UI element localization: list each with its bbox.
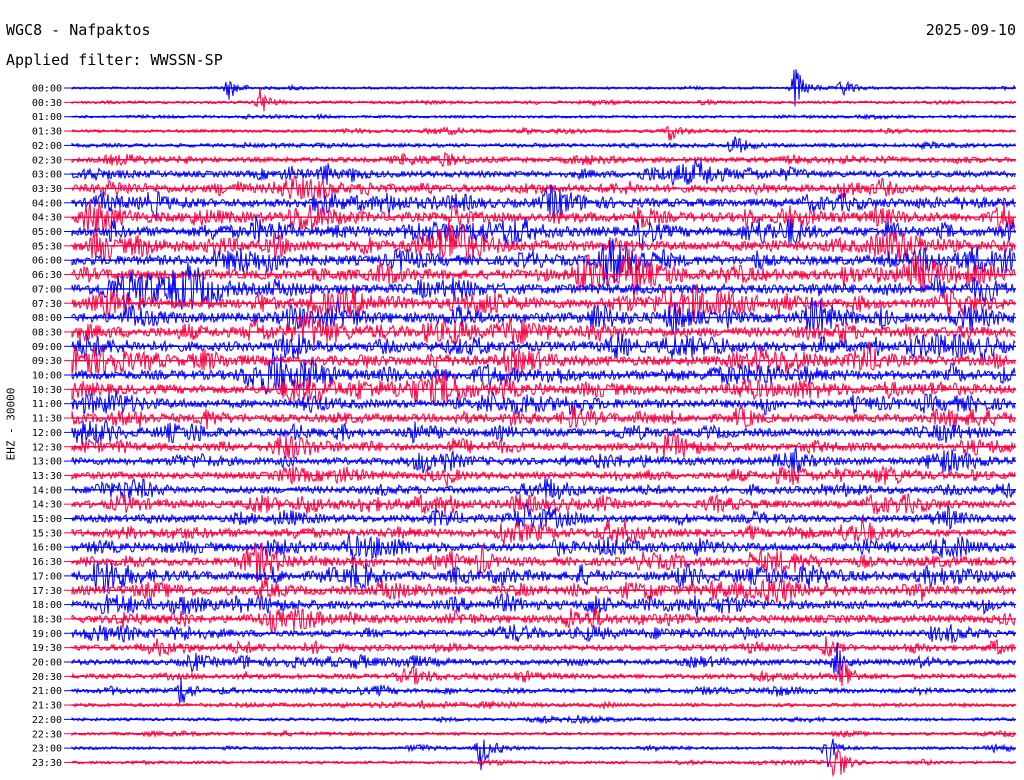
seismic-trace-row xyxy=(71,478,1016,500)
seismic-trace-row xyxy=(71,136,1016,153)
time-tick-label: 04:30 xyxy=(32,213,62,224)
seismic-trace-row xyxy=(71,518,1016,546)
time-tick-label: 12:00 xyxy=(32,428,62,439)
time-tick-label: 17:00 xyxy=(32,571,62,582)
time-tick-label: 09:00 xyxy=(32,342,62,353)
time-tick-label: 23:30 xyxy=(32,758,62,769)
time-tick-label: 11:00 xyxy=(32,399,62,410)
time-tick-label: 12:30 xyxy=(32,442,62,453)
time-tick-label: 04:00 xyxy=(32,198,62,209)
time-tick-label: 08:00 xyxy=(32,313,62,324)
time-tick-label: 19:30 xyxy=(32,643,62,654)
time-tick-label: 18:00 xyxy=(32,600,62,611)
time-tick-label: 15:00 xyxy=(32,514,62,525)
time-tick-label: 06:30 xyxy=(32,270,62,281)
time-tick-label: 16:00 xyxy=(32,543,62,554)
time-tick-label: 14:00 xyxy=(32,485,62,496)
time-tick-label: 00:30 xyxy=(32,98,62,109)
time-tick-label: 21:00 xyxy=(32,686,62,697)
time-tick-label: 10:00 xyxy=(32,371,62,382)
time-tick-label: 15:30 xyxy=(32,528,62,539)
seismic-trace-row xyxy=(71,738,1016,771)
time-tick-label: 02:00 xyxy=(32,141,62,152)
seismogram-chart: 00:00 00:30 01:00 01:30 02:00 02:30 03:00 03:30… xyxy=(32,69,1016,778)
time-tick-label: 17:30 xyxy=(32,586,62,597)
time-tick-label: 16:30 xyxy=(32,557,62,568)
time-tick-label: 00:00 xyxy=(32,84,62,95)
time-tick-label: 20:30 xyxy=(32,672,62,683)
seismic-trace-row xyxy=(71,432,1016,460)
time-tick-label: 05:00 xyxy=(32,227,62,238)
seismic-trace-row xyxy=(71,88,1016,112)
time-tick-label: 03:00 xyxy=(32,170,62,181)
time-tick-label: 21:30 xyxy=(32,701,62,712)
seismic-trace-row xyxy=(71,593,1016,618)
time-tick-label: 05:30 xyxy=(32,241,62,252)
time-tick-label: 09:30 xyxy=(32,356,62,367)
seismic-trace-row xyxy=(71,577,1016,606)
time-tick-label: 07:00 xyxy=(32,284,62,295)
time-tick-label: 18:30 xyxy=(32,614,62,625)
time-tick-label: 10:30 xyxy=(32,385,62,396)
seismic-trace-row xyxy=(71,636,1016,658)
time-tick-label: 22:30 xyxy=(32,729,62,740)
time-tick-label: 06:00 xyxy=(32,256,62,267)
time-tick-label: 01:30 xyxy=(32,127,62,138)
time-tick-label: 20:00 xyxy=(32,658,62,669)
time-tick-label: 13:00 xyxy=(32,457,62,468)
time-tick-label: 07:30 xyxy=(32,299,62,310)
time-tick-label: 14:30 xyxy=(32,500,62,511)
time-tick-label: 11:30 xyxy=(32,414,62,425)
time-tick-label: 23:00 xyxy=(32,744,62,755)
time-tick-label: 08:30 xyxy=(32,327,62,338)
time-tick-label: 02:30 xyxy=(32,155,62,166)
time-tick-label: 03:30 xyxy=(32,184,62,195)
seismic-trace-row xyxy=(71,125,1016,141)
time-tick-label: 22:00 xyxy=(32,715,62,726)
time-tick-label: 19:00 xyxy=(32,629,62,640)
seismic-trace-row xyxy=(71,158,1016,186)
time-tick-label: 01:00 xyxy=(32,112,62,123)
time-tick-label: 13:30 xyxy=(32,471,62,482)
